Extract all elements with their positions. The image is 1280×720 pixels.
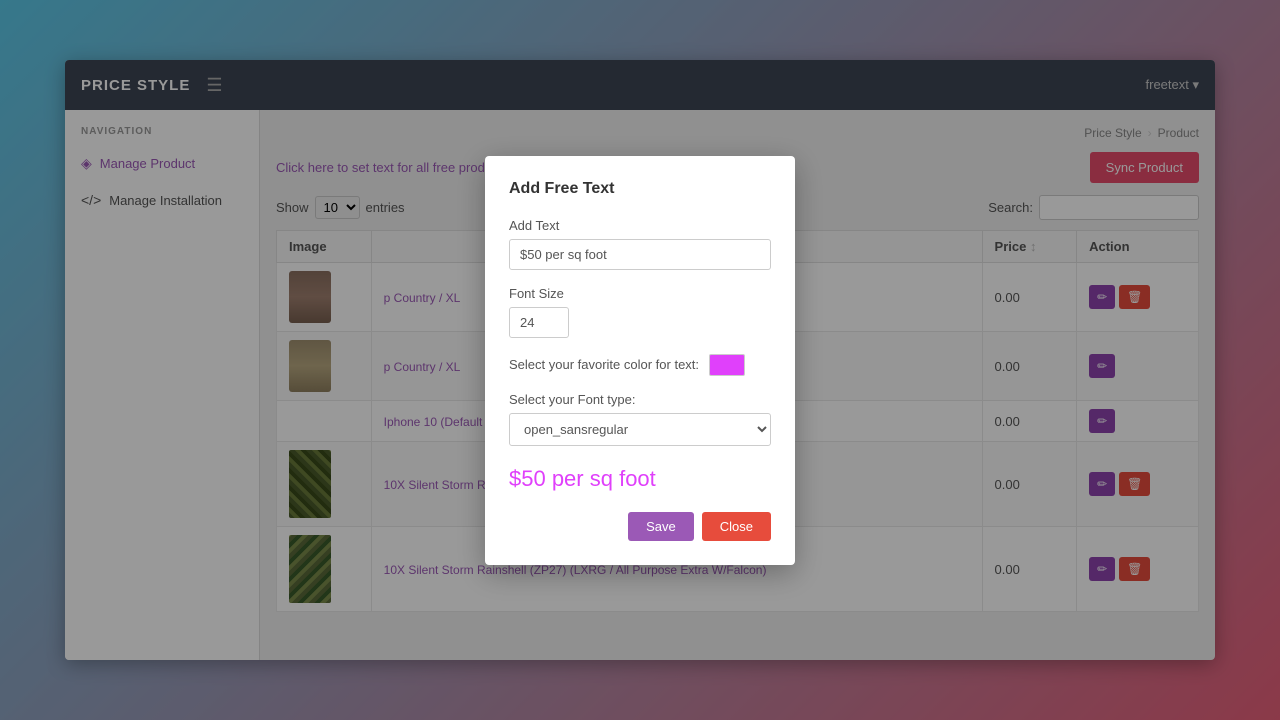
close-button[interactable]: Close [702,512,771,541]
modal-footer: Save Close [509,512,771,541]
save-button[interactable]: Save [628,512,694,541]
font-size-label: Font Size [509,286,771,301]
font-size-input[interactable] [509,307,569,338]
modal-title: Add Free Text [509,180,771,198]
add-text-group: Add Text [509,218,771,270]
preview-text: $50 per sq foot [509,466,771,492]
add-text-label: Add Text [509,218,771,233]
add-free-text-modal: Add Free Text Add Text Font Size Select … [485,156,795,565]
font-size-group: Font Size [509,286,771,338]
modal-overlay: Add Free Text Add Text Font Size Select … [0,0,1280,720]
color-label: Select your favorite color for text: [509,357,699,372]
color-row: Select your favorite color for text: [509,354,771,376]
font-type-select[interactable]: open_sansregular Arial Times New Roman G… [509,413,771,446]
font-type-group: Select your Font type: open_sansregular … [509,392,771,446]
color-swatch[interactable] [709,354,745,376]
font-type-label: Select your Font type: [509,392,771,407]
add-text-input[interactable] [509,239,771,270]
